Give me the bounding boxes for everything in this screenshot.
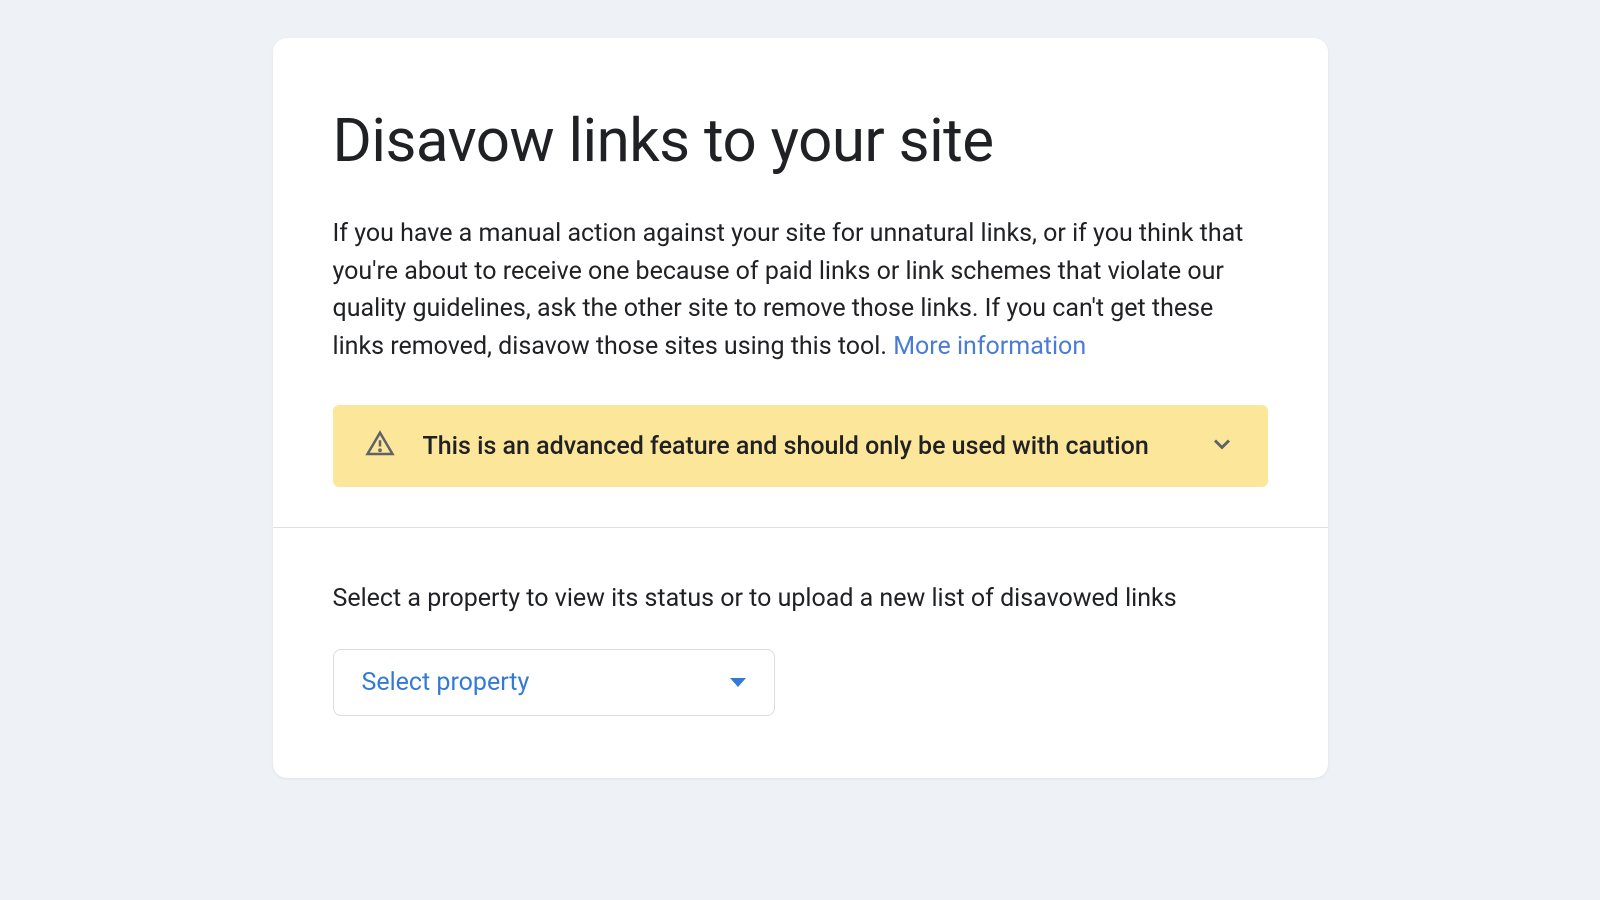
disavow-card: Disavow links to your site If you have a… [273, 38, 1328, 778]
more-information-link[interactable]: More information [893, 332, 1086, 361]
page-title: Disavow links to your site [333, 106, 1268, 175]
bottom-section: Select a property to view its status or … [273, 528, 1328, 772]
select-property-dropdown[interactable]: Select property [333, 649, 775, 716]
dropdown-arrow-icon [730, 678, 746, 687]
description-body: If you have a manual action against your… [333, 219, 1244, 361]
top-section: Disavow links to your site If you have a… [273, 38, 1328, 527]
warning-text: This is an advanced feature and should o… [423, 432, 1180, 461]
select-property-label: Select a property to view its status or … [333, 584, 1268, 613]
warning-icon [365, 429, 395, 463]
warning-banner[interactable]: This is an advanced feature and should o… [333, 405, 1268, 487]
description-text: If you have a manual action against your… [333, 215, 1253, 365]
chevron-down-icon [1208, 430, 1236, 462]
dropdown-selected-text: Select property [362, 668, 530, 697]
